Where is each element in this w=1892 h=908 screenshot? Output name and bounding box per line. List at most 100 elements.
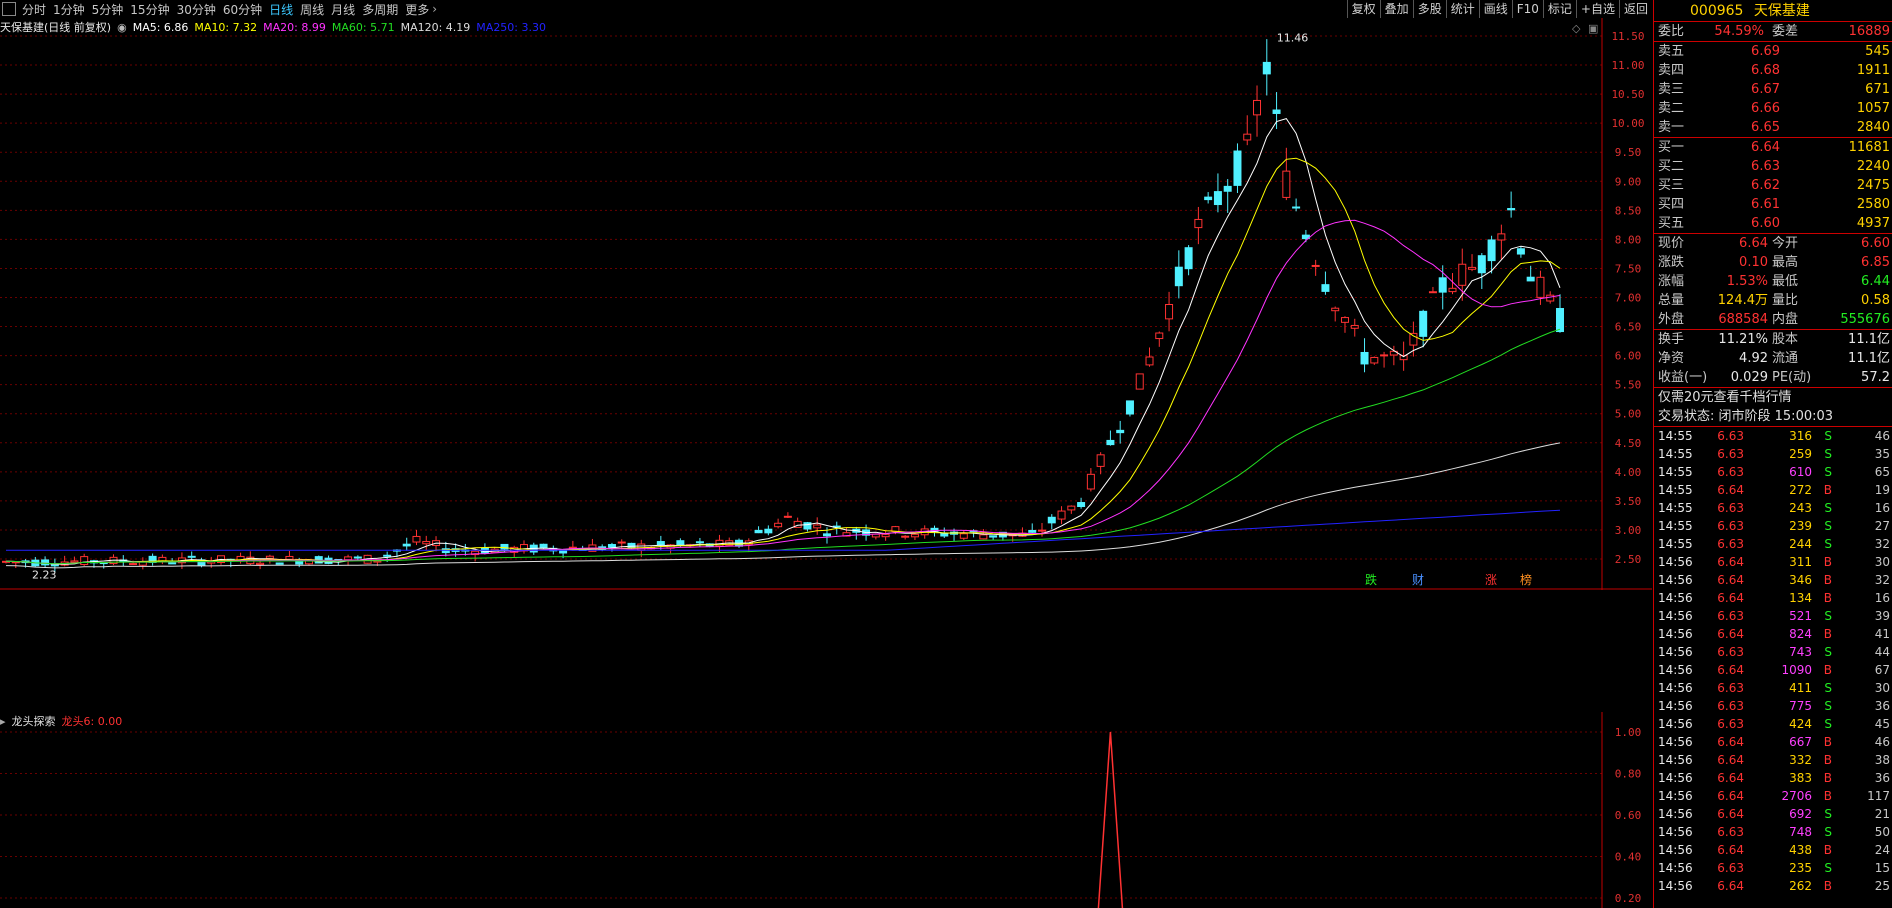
candle[interactable] — [1145, 347, 1154, 367]
candle[interactable] — [1253, 85, 1262, 137]
panel-toggle-icon[interactable] — [2, 2, 16, 16]
toolbar-button[interactable]: 标记 — [1542, 0, 1576, 18]
candle[interactable] — [1047, 514, 1056, 530]
period-tab[interactable]: 60分钟 — [223, 1, 269, 18]
candle[interactable] — [813, 517, 822, 535]
candle[interactable] — [31, 556, 40, 568]
candle[interactable] — [158, 554, 167, 565]
toolbar-button[interactable]: +自选 — [1575, 0, 1619, 18]
toolbar-button[interactable]: 多股 — [1412, 0, 1446, 18]
toolbar-button[interactable]: 叠加 — [1379, 0, 1413, 18]
candle[interactable] — [1116, 420, 1125, 444]
candle[interactable] — [80, 553, 89, 566]
candle[interactable] — [1067, 505, 1076, 514]
period-tab[interactable]: 5分钟 — [92, 1, 131, 18]
candle[interactable] — [1223, 179, 1232, 213]
candle[interactable] — [412, 529, 421, 546]
period-tab[interactable]: 30分钟 — [177, 1, 223, 18]
candle[interactable] — [1419, 309, 1428, 348]
diamond-icon[interactable]: ◇ — [1572, 22, 1581, 35]
event-mark[interactable]: 跌 — [1365, 572, 1377, 587]
candle[interactable] — [1096, 452, 1105, 475]
kline-chart[interactable]: 11.50 11.00 10.50 10.00 9.50 9.00 8.50 8.00 7.50… — [0, 18, 1652, 590]
candle[interactable] — [1556, 294, 1564, 333]
event-mark[interactable]: 财 — [1412, 573, 1424, 587]
candle[interactable] — [1526, 265, 1535, 282]
candle[interactable] — [1057, 506, 1066, 525]
candle[interactable] — [1468, 254, 1477, 272]
candle[interactable] — [1507, 191, 1516, 218]
candle[interactable] — [11, 561, 20, 569]
toolbar-button[interactable]: 复权 — [1346, 0, 1380, 18]
candle[interactable] — [520, 540, 528, 554]
toolbar-button[interactable]: 统计 — [1445, 0, 1479, 18]
candle[interactable] — [402, 537, 411, 551]
period-tab[interactable]: 15分钟 — [130, 1, 176, 18]
candle[interactable] — [803, 521, 812, 532]
candle[interactable] — [1233, 143, 1242, 193]
candle[interactable] — [1125, 400, 1134, 417]
candle[interactable] — [1077, 497, 1086, 509]
period-tab[interactable]: 多周期 — [362, 1, 405, 18]
candle[interactable] — [480, 543, 489, 555]
candle[interactable] — [1106, 430, 1115, 446]
candle[interactable] — [1477, 253, 1486, 289]
candle[interactable] — [1331, 306, 1340, 322]
candle[interactable] — [1262, 39, 1271, 96]
candle[interactable] — [774, 518, 783, 529]
candle[interactable] — [60, 555, 69, 567]
period-tab[interactable]: 分时 — [22, 1, 53, 18]
candle[interactable] — [1321, 271, 1330, 295]
candle[interactable] — [1380, 351, 1389, 368]
candle[interactable] — [285, 550, 294, 561]
candle[interactable] — [1292, 198, 1301, 212]
candle[interactable] — [41, 556, 50, 569]
candle[interactable] — [422, 535, 431, 551]
chevron-right-icon[interactable]: › — [432, 2, 437, 16]
period-tab[interactable]: 月线 — [331, 1, 362, 18]
candle[interactable] — [1174, 250, 1183, 299]
candle[interactable] — [1282, 147, 1291, 201]
event-mark[interactable]: 涨 — [1485, 572, 1497, 587]
candle[interactable] — [1213, 173, 1222, 213]
candle[interactable] — [1194, 206, 1203, 245]
candle[interactable] — [1360, 338, 1369, 373]
candle[interactable] — [1086, 468, 1095, 492]
sub-indicator-chart[interactable]: 1.00 0.80 0.60 0.40 0.20 — [0, 712, 1652, 908]
toolbar-button[interactable]: 画线 — [1478, 0, 1512, 18]
toolbar-button[interactable]: 返回 — [1618, 0, 1652, 18]
candle[interactable] — [236, 552, 245, 564]
level2-promo[interactable]: 仅需20元查看千档行情 — [1654, 388, 1892, 407]
candle[interactable] — [1516, 246, 1525, 258]
candle[interactable] — [1184, 245, 1193, 276]
candle[interactable] — [881, 530, 890, 541]
candle[interactable] — [1155, 331, 1164, 347]
candle[interactable] — [148, 553, 157, 566]
period-tab[interactable]: 1分钟 — [53, 1, 92, 18]
toolbar-button[interactable]: F10 — [1511, 0, 1543, 18]
event-mark[interactable]: 榜 — [1520, 572, 1532, 587]
candle[interactable] — [275, 562, 284, 565]
candle[interactable] — [568, 540, 577, 549]
candle[interactable] — [1350, 318, 1359, 337]
candle[interactable] — [764, 525, 773, 536]
candle[interactable] — [901, 535, 910, 540]
candle[interactable] — [1028, 523, 1037, 535]
candle[interactable] — [959, 530, 968, 540]
period-tab[interactable]: 周线 — [300, 1, 331, 18]
candle[interactable] — [1135, 373, 1144, 390]
candle[interactable] — [783, 512, 792, 519]
candle[interactable] — [1243, 115, 1252, 146]
candle[interactable] — [1340, 316, 1349, 333]
candle[interactable] — [910, 533, 919, 541]
period-tab[interactable]: 日线 — [269, 1, 300, 18]
candle[interactable] — [1311, 259, 1320, 276]
candle[interactable] — [1428, 286, 1437, 294]
candle[interactable] — [1272, 92, 1281, 130]
candle[interactable] — [1497, 224, 1506, 260]
candle[interactable] — [1536, 270, 1545, 305]
window-icon[interactable]: ▣ — [1588, 22, 1598, 35]
candle[interactable] — [852, 526, 861, 540]
candle[interactable] — [1370, 356, 1379, 365]
candle[interactable] — [324, 555, 333, 565]
